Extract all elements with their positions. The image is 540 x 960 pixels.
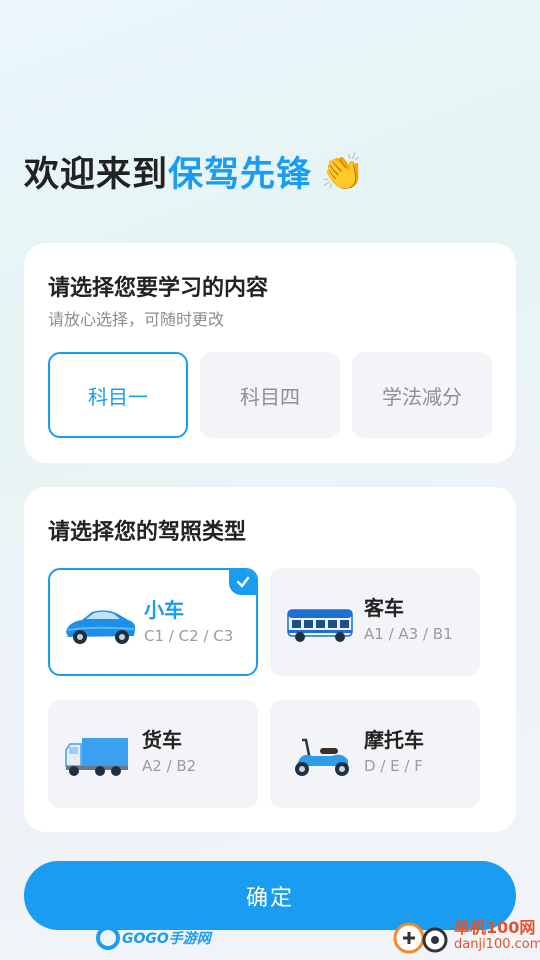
license-codes-motorcycle: D / E / F [364, 757, 423, 775]
danji-logo-icon [393, 922, 448, 954]
subject-card: 请选择您要学习的内容 请放心选择，可随时更改 科目一 科目四 学法减分 [24, 243, 516, 463]
subject-card-subtitle: 请放心选择，可随时更改 [48, 310, 225, 329]
watermark-danji-title: 单机100网 [454, 918, 536, 937]
clapping-hands-icon: 👏 [320, 151, 366, 193]
license-name-motorcycle: 摩托车 [364, 728, 424, 752]
subject-option-law-points[interactable]: 学法减分 [352, 352, 492, 438]
subject-option-1[interactable]: 科目一 [48, 352, 188, 438]
license-option-motorcycle[interactable]: 摩托车 D / E / F [270, 700, 480, 808]
license-codes-bus: A1 / A3 / B1 [364, 625, 453, 643]
license-card-title: 请选择您的驾照类型 [48, 520, 247, 545]
brand-name: 保驾先锋 [168, 155, 313, 195]
license-codes-car: C1 / C2 / C3 [144, 627, 234, 645]
bus-icon [287, 609, 353, 642]
license-codes-truck: A2 / B2 [142, 757, 197, 775]
subject-card-title: 请选择您要学习的内容 [48, 276, 269, 301]
watermark-gogo-text: GOGO手游网 [122, 931, 211, 947]
license-name-truck: 货车 [142, 728, 182, 752]
truck-icon [65, 738, 128, 776]
watermark-gogo: GOGO手游网 [96, 925, 211, 951]
license-card: 请选择您的驾照类型 小车 C1 / C2 / C3 客车 A1 / A3 / B… [24, 487, 516, 832]
license-name-bus: 客车 [364, 596, 404, 620]
subject-option-4[interactable]: 科目四 [200, 352, 340, 438]
watermark-danji: 单机100网 danji100.com [392, 916, 540, 956]
check-icon [229, 570, 256, 595]
car-icon [66, 610, 136, 644]
watermark-danji-url: danji100.com [454, 937, 540, 952]
license-option-truck[interactable]: 货车 A2 / B2 [48, 700, 258, 808]
gogo-logo-icon [96, 926, 120, 950]
welcome-prefix: 欢迎来到 [24, 155, 169, 195]
welcome-heading: 欢迎来到 保驾先锋 👏 [24, 146, 366, 197]
license-option-car[interactable]: 小车 C1 / C2 / C3 [48, 568, 258, 676]
scooter-icon [295, 738, 349, 776]
license-name-car: 小车 [144, 598, 184, 622]
license-option-bus[interactable]: 客车 A1 / A3 / B1 [270, 568, 480, 676]
